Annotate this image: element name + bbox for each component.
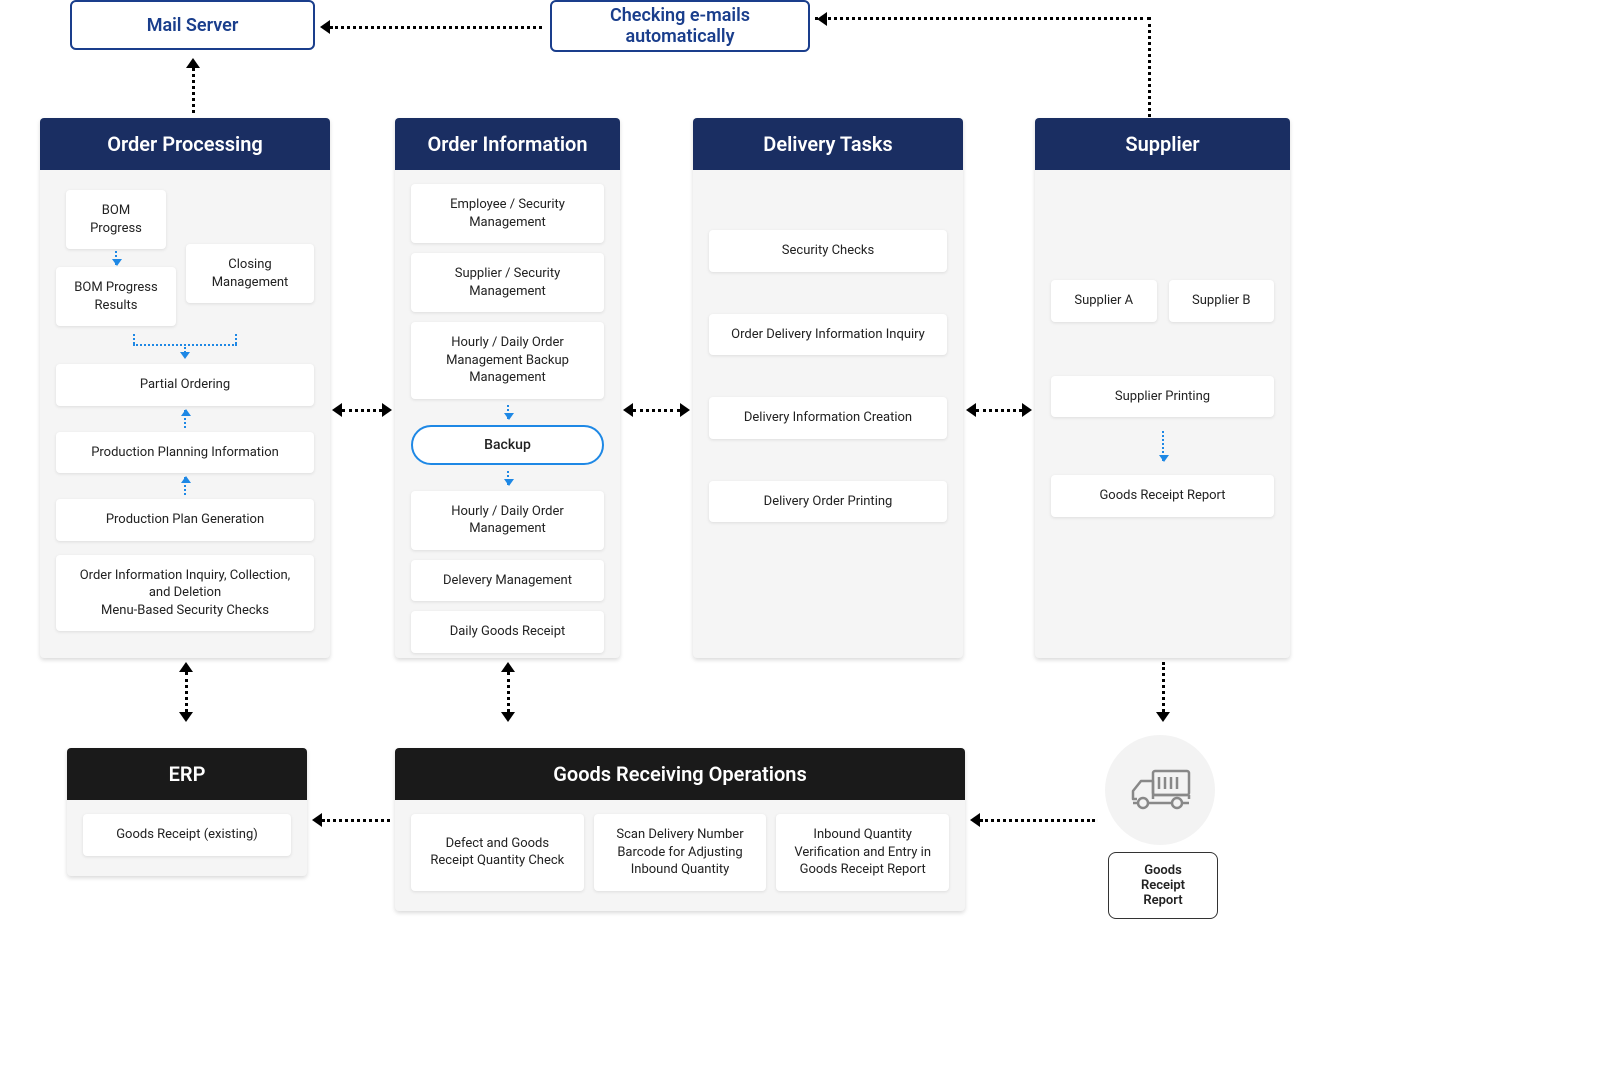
delivery-order-printing-card: Delivery Order Printing [709,481,947,523]
truck-icon [1105,735,1215,845]
arrow-elbow-v [1148,17,1151,117]
delivery-tasks-header: Delivery Tasks [693,118,963,170]
production-planning-info-card: Production Planning Information [56,432,314,474]
bom-progress-results-card: BOM Progress Results [56,267,176,326]
employee-security-card: Employee / Security Management [411,184,604,243]
hourly-daily-backup-card: Hourly / Daily Order Management Backup M… [411,322,604,399]
delivery-tasks-panel: Delivery Tasks Security Checks Order Del… [693,118,963,658]
arrow-op-oi [332,400,392,420]
arrow-dt-supplier [966,400,1032,420]
arrow-elbow-h [815,17,1150,20]
goods-receipt-report-node: Goods Receipt Report [1108,852,1218,919]
security-checks-card: Security Checks [709,230,947,272]
supplier-b-card: Supplier B [1169,280,1275,322]
bom-progress-card: BOM Progress [66,190,166,249]
arrow-oi-dt [623,400,690,420]
inbound-verification-card: Inbound Quantity Verification and Entry … [776,814,949,891]
goods-receiving-panel: Goods Receiving Operations Defect and Go… [395,748,965,911]
delivery-info-creation-card: Delivery Information Creation [709,397,947,439]
partial-ordering-card: Partial Ordering [56,364,314,406]
supplier-header: Supplier [1035,118,1290,170]
order-processing-header: Order Processing [40,118,330,170]
arrow-order-to-mail [183,58,203,113]
goods-receiving-header: Goods Receiving Operations [395,748,965,800]
scan-barcode-card: Scan Delivery Number Barcode for Adjusti… [594,814,767,891]
mail-server-node: Mail Server [70,0,315,50]
goods-receipt-report-card: Goods Receipt Report [1051,475,1274,517]
supplier-panel: Supplier Supplier A Supplier B Supplier … [1035,118,1290,658]
order-information-panel: Order Information Employee / Security Ma… [395,118,620,658]
hourly-daily-card: Hourly / Daily Order Management [411,491,604,550]
supplier-a-card: Supplier A [1051,280,1157,322]
order-delivery-inquiry-card: Order Delivery Information Inquiry [709,314,947,356]
checking-emails-node: Checking e-mails automatically [550,0,810,52]
arrow-truck-gro [970,810,1095,830]
arrow-gro-erp [312,810,390,830]
delivery-management-card: Delevery Management [411,560,604,602]
daily-goods-receipt-card: Daily Goods Receipt [411,611,604,653]
backup-pill: Backup [411,425,604,465]
erp-header: ERP [67,748,307,800]
goods-receipt-existing-card: Goods Receipt (existing) [83,814,291,856]
supplier-printing-card: Supplier Printing [1051,376,1274,418]
arrow-op-erp [176,662,196,722]
order-processing-panel: Order Processing BOM Progress BOM Progre… [40,118,330,658]
arrow-elbow-head [815,9,829,29]
supplier-security-card: Supplier / Security Management [411,253,604,312]
erp-panel: ERP Goods Receipt (existing) [67,748,307,876]
order-info-inquiry-card: Order Information Inquiry, Collection, a… [56,555,314,632]
defect-check-card: Defect and Goods Receipt Quantity Check [411,814,584,891]
arrow-checking-to-mail [320,17,542,37]
arrow-oi-gro [498,662,518,722]
production-plan-generation-card: Production Plan Generation [56,499,314,541]
arrow-supplier-truck [1153,662,1173,722]
order-information-header: Order Information [395,118,620,170]
closing-management-card: Closing Management [186,244,314,303]
